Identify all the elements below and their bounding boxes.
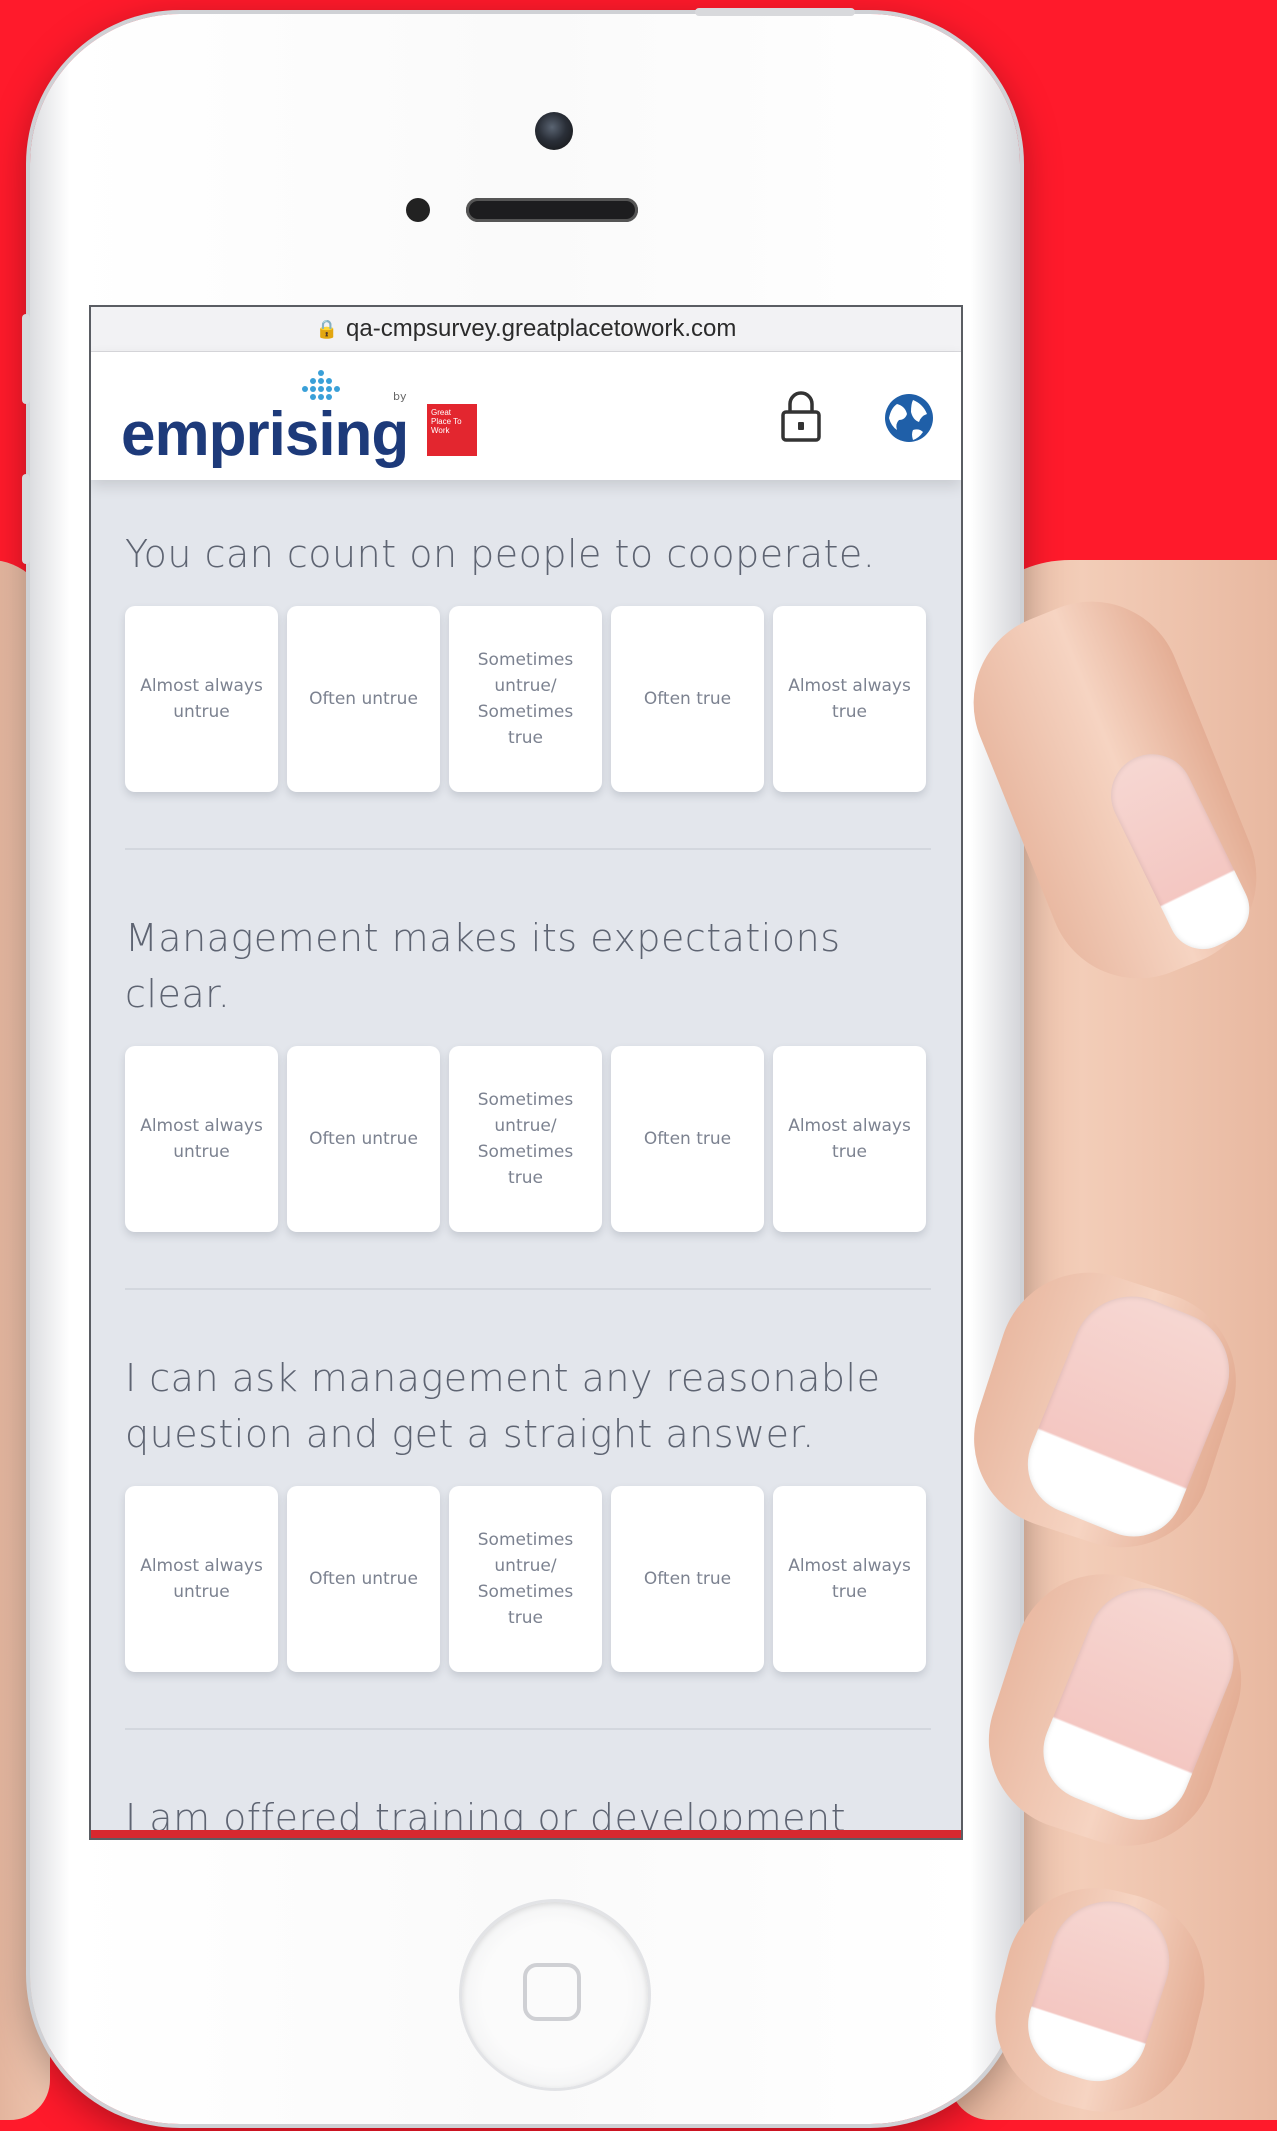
phone-side-button: [22, 314, 30, 404]
earpiece-speaker: [466, 198, 638, 222]
phone-side-button: [22, 474, 30, 564]
lock-icon[interactable]: [779, 390, 823, 442]
url-text: qa-cmpsurvey.greatplacetowork.com: [346, 315, 737, 342]
option-sometimes[interactable]: Sometimes untrue/ Sometimes true: [449, 1046, 602, 1232]
logo-dots-icon: [302, 370, 340, 400]
logo-by-label: by: [393, 390, 407, 403]
phone-screen: 🔒 qa-cmpsurvey.greatplacetowork.com empr…: [89, 305, 963, 1840]
option-sometimes[interactable]: Sometimes untrue/ Sometimes true: [449, 606, 602, 792]
home-button-icon: [523, 1963, 581, 2021]
option-almost-always-untrue[interactable]: Almost always untrue: [125, 1486, 278, 1672]
question-text: I am offered training or development: [125, 1796, 847, 1840]
option-often-untrue[interactable]: Often untrue: [287, 1486, 440, 1672]
survey-content: You can count on people to cooperate. Al…: [91, 480, 961, 1840]
front-camera: [535, 112, 573, 150]
option-almost-always-untrue[interactable]: Almost always untrue: [125, 1046, 278, 1232]
divider: [125, 1728, 931, 1730]
question-text: You can count on people to cooperate.: [125, 532, 876, 576]
divider: [125, 848, 931, 850]
option-almost-always-true[interactable]: Almost always true: [773, 606, 926, 792]
option-almost-always-true[interactable]: Almost always true: [773, 1046, 926, 1232]
proximity-sensor: [406, 198, 430, 222]
question-text: I can ask management any reasonable ques…: [125, 1356, 881, 1456]
option-often-untrue[interactable]: Often untrue: [287, 606, 440, 792]
question-text: Management makes its expectations clear.: [125, 916, 841, 1016]
globe-icon[interactable]: [883, 392, 935, 444]
option-almost-always-true[interactable]: Almost always true: [773, 1486, 926, 1672]
option-often-true[interactable]: Often true: [611, 1046, 764, 1232]
answer-options: Almost always untrue Often untrue Someti…: [125, 1486, 931, 1672]
browser-url-bar[interactable]: 🔒 qa-cmpsurvey.greatplacetowork.com: [91, 307, 961, 352]
gptw-badge: Great Place To Work: [427, 404, 477, 456]
option-almost-always-untrue[interactable]: Almost always untrue: [125, 606, 278, 792]
option-often-true[interactable]: Often true: [611, 1486, 764, 1672]
phone-top-button: [695, 8, 855, 16]
answer-options: Almost always untrue Often untrue Someti…: [125, 1046, 931, 1232]
option-often-untrue[interactable]: Often untrue: [287, 1046, 440, 1232]
home-button[interactable]: [462, 1902, 648, 2088]
app-header: emprising by Great Place To Work: [91, 352, 961, 480]
answer-options: Almost always untrue Often untrue Someti…: [125, 606, 931, 792]
secure-lock-icon: 🔒: [315, 318, 339, 339]
option-often-true[interactable]: Often true: [611, 606, 764, 792]
option-sometimes[interactable]: Sometimes untrue/ Sometimes true: [449, 1486, 602, 1672]
divider: [125, 1288, 931, 1290]
emprising-logo[interactable]: emprising: [121, 404, 409, 466]
